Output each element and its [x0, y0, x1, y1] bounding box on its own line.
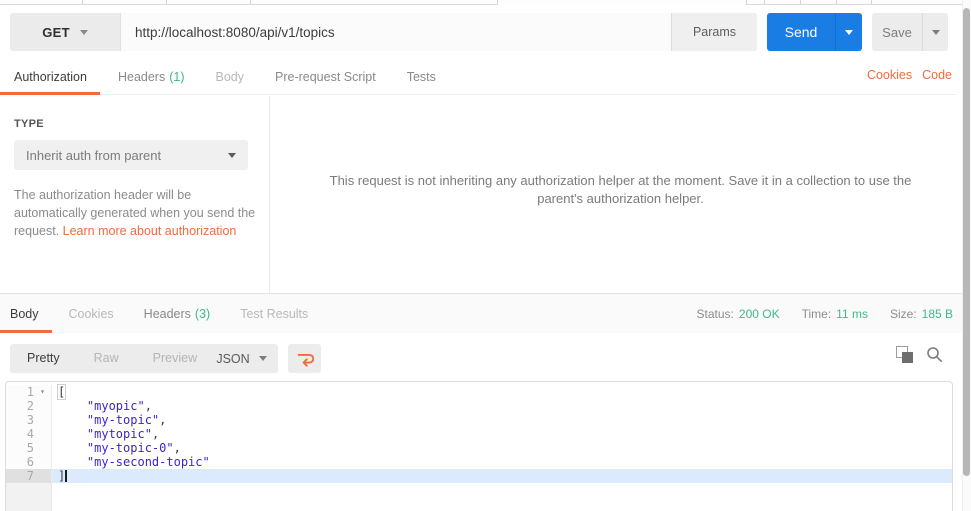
tab-response-headers[interactable]: Headers (3) — [144, 307, 211, 321]
line-number: 6 — [26, 455, 34, 469]
url-text: http://localhost:8080/api/v1/topics — [135, 24, 335, 40]
tab-headers[interactable]: Headers (1) — [118, 70, 185, 84]
line-number: 2 — [26, 399, 34, 413]
line-number: 7 — [26, 469, 34, 483]
response-toolbar: Pretty Raw Preview JSON — [0, 333, 971, 381]
tab-response-cookies[interactable]: Cookies — [69, 307, 114, 321]
tab-separator — [871, 0, 872, 5]
chevron-down-icon — [258, 356, 267, 361]
code-line-5[interactable]: 5 "my-topic-0", — [6, 441, 952, 455]
preview-button[interactable]: Preview — [136, 344, 214, 373]
send-button[interactable]: Send — [767, 13, 835, 51]
cookies-link[interactable]: Cookies — [867, 68, 912, 82]
view-mode-switch: Pretty Raw Preview — [10, 344, 215, 373]
tab-separator — [497, 0, 498, 5]
tab-separator — [836, 0, 837, 5]
line-number: 4 — [26, 427, 34, 441]
code-line-3[interactable]: 3 "my-topic", — [6, 413, 952, 427]
tab-bar-border — [0, 0, 497, 5]
vertical-scrollbar[interactable] — [962, 0, 971, 511]
tab-test-results[interactable]: Test Results — [240, 307, 308, 321]
open-bracket: [ — [56, 384, 67, 400]
auth-message-pane: This request is not inheriting any autho… — [270, 96, 971, 293]
code-line-6[interactable]: 6 "my-second-topic" — [6, 455, 952, 469]
chevron-down-icon — [228, 152, 236, 158]
active-tab-indicator — [0, 92, 100, 95]
method-label: GET — [42, 24, 70, 40]
editor-gutter — [6, 483, 52, 511]
tab-pre-request-script[interactable]: Pre-request Script — [275, 70, 376, 84]
save-button[interactable]: Save — [872, 13, 922, 51]
json-string: "myopic" — [86, 399, 145, 413]
send-options-button[interactable] — [835, 13, 862, 51]
text-cursor — [65, 470, 67, 482]
json-string: "my-topic-0" — [86, 441, 174, 455]
save-options-button[interactable] — [922, 13, 948, 51]
status-badge: Status: 200 OK — [696, 307, 780, 321]
json-string: "mytopic" — [86, 427, 152, 441]
wrap-lines-button[interactable] — [288, 344, 321, 373]
pretty-button[interactable]: Pretty — [10, 344, 77, 373]
line-number: 5 — [26, 441, 34, 455]
scrollbar-thumb[interactable] — [963, 8, 970, 476]
tab-bar-border — [746, 0, 962, 5]
code-line-4[interactable]: 4 "mytopic", — [6, 427, 952, 441]
chevron-down-icon — [931, 29, 940, 35]
params-button[interactable]: Params — [671, 13, 757, 51]
raw-button[interactable]: Raw — [77, 344, 136, 373]
tab-separator — [764, 0, 765, 5]
tab-authorization[interactable]: Authorization — [14, 70, 87, 84]
line-number: 3 — [26, 413, 34, 427]
line-number: 1 — [26, 385, 34, 399]
tab-separator — [82, 0, 83, 5]
tab-tests[interactable]: Tests — [407, 70, 436, 84]
copy-icon[interactable] — [896, 346, 913, 363]
fold-arrow-icon[interactable]: ▾ — [34, 385, 51, 399]
code-link[interactable]: Code — [922, 68, 952, 82]
size-badge: Size: 185 B — [889, 307, 953, 321]
url-input[interactable]: http://localhost:8080/api/v1/topics — [120, 13, 671, 51]
response-meta: Status: 200 OK Time: 11 ms Size: 185 B — [697, 294, 953, 334]
tab-separator — [800, 0, 801, 5]
tab-separator — [166, 0, 167, 5]
tab-body[interactable]: Body — [216, 70, 245, 84]
method-selector[interactable]: GET — [10, 13, 120, 51]
type-label: TYPE — [14, 118, 44, 130]
save-button-group: Save — [872, 13, 948, 51]
json-string: "my-topic" — [86, 413, 160, 427]
response-tabs: Body Cookies Headers (3) Test Results Sta… — [0, 293, 971, 333]
response-format-dropdown[interactable]: JSON — [205, 344, 278, 373]
response-headers-count-badge: (3) — [194, 306, 211, 321]
tab-response-body[interactable]: Body — [10, 307, 39, 321]
response-actions — [896, 346, 943, 363]
authorization-panel: TYPE Inherit auth from parent The author… — [0, 96, 971, 293]
search-icon[interactable] — [926, 346, 943, 363]
auth-help-text: The authorization header will be automat… — [14, 188, 256, 239]
tab-separator — [746, 0, 747, 5]
auth-type-pane: TYPE Inherit auth from parent The author… — [0, 96, 270, 293]
close-bracket: ] — [58, 469, 66, 483]
request-tabs: Authorization Headers (1) Body Pre-reques… — [0, 60, 957, 95]
code-line-2[interactable]: 2 "myopic", — [6, 399, 952, 413]
window-tab-bar-edge — [0, 0, 962, 5]
code-line-7[interactable]: 7 ] — [6, 469, 952, 483]
text-wrap-icon — [297, 353, 314, 367]
chevron-down-icon — [845, 29, 853, 35]
code-lines: 1 ▾ [ 2 "myopic", 3 "my-topic", 4 "mytopi… — [6, 382, 952, 483]
time-badge: Time: 11 ms — [801, 307, 868, 321]
tab-separator — [250, 0, 251, 5]
headers-count-badge: (1) — [169, 70, 185, 84]
inherit-auth-message: This request is not inheriting any autho… — [329, 173, 912, 207]
code-line-1[interactable]: 1 ▾ [ — [6, 384, 952, 400]
send-button-group: Send — [767, 13, 862, 51]
auth-type-value: Inherit auth from parent — [26, 147, 162, 163]
request-header-links: Cookies Code — [867, 68, 952, 82]
response-body-editor[interactable]: 1 ▾ [ 2 "myopic", 3 "my-topic", 4 "mytopi… — [5, 381, 953, 511]
request-url-bar: GET http://localhost:8080/api/v1/topics … — [10, 13, 757, 51]
learn-more-link[interactable]: Learn more about authorization — [63, 224, 237, 238]
chevron-down-icon — [79, 29, 88, 35]
json-string: "my-second-topic" — [86, 455, 210, 469]
auth-type-dropdown[interactable]: Inherit auth from parent — [14, 140, 248, 170]
